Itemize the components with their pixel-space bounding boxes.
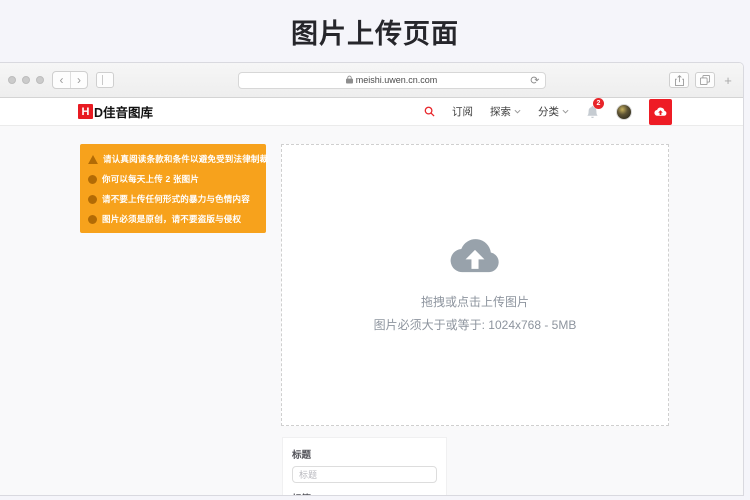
title-input[interactable] — [292, 466, 437, 483]
url-text: meishi.uwen.cn.com — [355, 75, 438, 85]
forward-button[interactable]: › — [70, 72, 87, 88]
refresh-icon[interactable]: ⟳ — [530, 74, 539, 87]
chrome-right-buttons: + — [669, 72, 735, 88]
dropzone-instruction: 拖拽或点击上传图片 — [420, 294, 529, 309]
window-zoom-button[interactable] — [36, 76, 44, 84]
window-close-button[interactable] — [8, 76, 16, 84]
nav-item-subscribe[interactable]: 订阅 — [452, 104, 473, 119]
site-navbar: H D佳音图库 订阅 探索 分类 2 — [0, 97, 743, 126]
notice-text: 你可以每天上传 2 张图片 — [102, 174, 200, 184]
new-tab-button[interactable]: + — [721, 73, 735, 88]
notice-line: 你可以每天上传 2 张图片 — [88, 173, 258, 185]
upload-nav-button[interactable] — [649, 98, 672, 125]
site-logo[interactable]: H D佳音图库 — [78, 102, 153, 121]
logo-mark: H — [78, 104, 93, 119]
history-buttons: ‹ › — [52, 71, 88, 89]
share-icon[interactable] — [669, 72, 689, 88]
cloud-upload-icon — [654, 107, 667, 116]
user-avatar[interactable] — [616, 103, 632, 120]
notifications-button[interactable]: 2 — [586, 97, 604, 119]
browser-chrome: ‹ › meishi.uwen.cn.com ⟳ + — [0, 63, 743, 98]
nav-items: 订阅 探索 分类 2 — [424, 97, 672, 125]
upload-form: 标题 标签 — [283, 438, 446, 495]
info-circle-icon — [88, 194, 97, 204]
cloud-upload-icon — [449, 238, 501, 281]
notice-line: 请认真阅读条款和条件以避免受到法律制裁 — [88, 153, 268, 165]
page-title: 图片上传页面 — [291, 18, 459, 49]
url-area: meishi.uwen.cn.com ⟳ — [122, 71, 661, 89]
window-minimize-button[interactable] — [22, 76, 30, 84]
upload-rules-notice: 请认真阅读条款和条件以避免受到法律制裁 你可以每天上传 2 张图片 请不要上传任… — [80, 144, 268, 233]
notice-text: 图片必须是原创，请不要盗版与侵权 — [102, 214, 242, 224]
chevron-down-icon — [562, 109, 569, 114]
tabs-icon[interactable] — [695, 72, 715, 88]
notice-text: 请不要上传任何形式的暴力与色情内容 — [102, 194, 250, 204]
page-content: 请认真阅读条款和条件以避免受到法律制裁 你可以每天上传 2 张图片 请不要上传任… — [0, 126, 743, 495]
nav-item-explore[interactable]: 探索 — [490, 104, 521, 119]
title-label: 标题 — [292, 450, 312, 461]
notice-text: 请认真阅读条款和条件以避免受到法律制裁 — [103, 154, 269, 164]
notice-line: 图片必须是原创，请不要盗版与侵权 — [88, 213, 258, 225]
page-banner: 图片上传页面 — [0, 0, 750, 62]
logo-text: D佳音图库 — [94, 106, 154, 120]
window-controls — [8, 76, 44, 84]
info-circle-icon — [88, 214, 97, 224]
notice-line: 请不要上传任何形式的暴力与色情内容 — [88, 193, 258, 205]
image-dropzone[interactable]: 拖拽或点击上传图片 图片必须大于或等于: 1024x768 - 5MB — [281, 144, 669, 426]
info-circle-icon — [88, 174, 97, 184]
back-button[interactable]: ‹ — [53, 72, 70, 88]
notification-badge: 2 — [593, 97, 604, 109]
lock-icon — [345, 75, 353, 86]
sidebar-toggle-button[interactable] — [96, 72, 114, 88]
browser-window: ‹ › meishi.uwen.cn.com ⟳ + H D佳音图库 订阅 探索… — [0, 62, 744, 496]
address-bar[interactable]: meishi.uwen.cn.com ⟳ — [237, 71, 546, 89]
warning-triangle-icon — [88, 154, 98, 164]
search-icon[interactable] — [424, 106, 435, 117]
tags-label: 标签 — [292, 491, 437, 495]
nav-item-categories[interactable]: 分类 — [538, 104, 569, 119]
chevron-down-icon — [514, 109, 521, 114]
dropzone-requirements: 图片必须大于或等于: 1024x768 - 5MB — [373, 317, 577, 332]
